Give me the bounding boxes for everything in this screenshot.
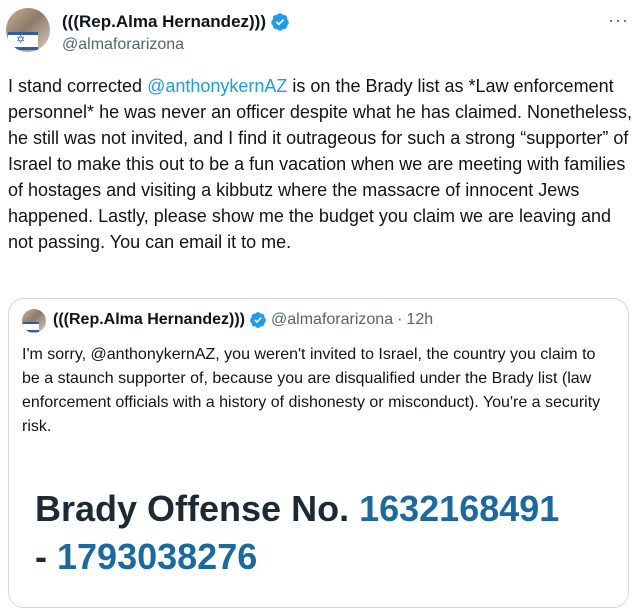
israel-flag-icon: ✡	[8, 32, 38, 50]
author-name-row: (((Rep.Alma Hernandez)))	[62, 11, 290, 33]
quote-header: (((Rep.Alma Hernandez))) @almaforarizona…	[53, 311, 433, 329]
author-display-name[interactable]: (((Rep.Alma Hernandez)))	[62, 12, 266, 32]
quote-author-avatar	[22, 309, 46, 333]
quoted-tweet[interactable]: (((Rep.Alma Hernandez))) @almaforarizona…	[8, 298, 629, 608]
quote-timestamp[interactable]: 12h	[406, 311, 433, 329]
brady-offense-text: Brady Offense No. 1632168491 - 1793038276	[35, 485, 615, 581]
mention-link[interactable]: @anthonykernAZ	[147, 76, 287, 96]
brady-offense-number: 1632168491	[359, 488, 560, 529]
tweet-text-rest: is on the Brady list as *Law enforcement…	[8, 76, 638, 252]
verified-badge-icon	[271, 13, 289, 31]
brady-offense-number-2: 1793038276	[57, 536, 258, 577]
more-options-icon[interactable]: ···	[608, 10, 629, 31]
brady-offense-label: Brady Offense No.	[35, 488, 350, 529]
author-handle[interactable]: @almaforarizona	[62, 36, 184, 54]
quote-separator: ·	[397, 311, 403, 328]
quote-media-image[interactable]: Brady Offense No. 1632168491 - 1793038276	[9, 451, 628, 607]
quote-handle: @almaforarizona	[271, 311, 394, 328]
verified-badge-icon	[250, 312, 266, 328]
quote-text: I'm sorry, @anthonykernAZ, you weren't i…	[22, 346, 605, 435]
tweet-text-start: I stand corrected	[8, 76, 148, 96]
author-avatar[interactable]: ✡	[6, 8, 50, 52]
tweet-text: I stand corrected @anthonykernAZ is on t…	[8, 73, 636, 255]
brady-offense-dash: -	[35, 536, 47, 577]
quote-display-name: (((Rep.Alma Hernandez)))	[53, 311, 246, 328]
israel-flag-icon	[23, 322, 39, 332]
